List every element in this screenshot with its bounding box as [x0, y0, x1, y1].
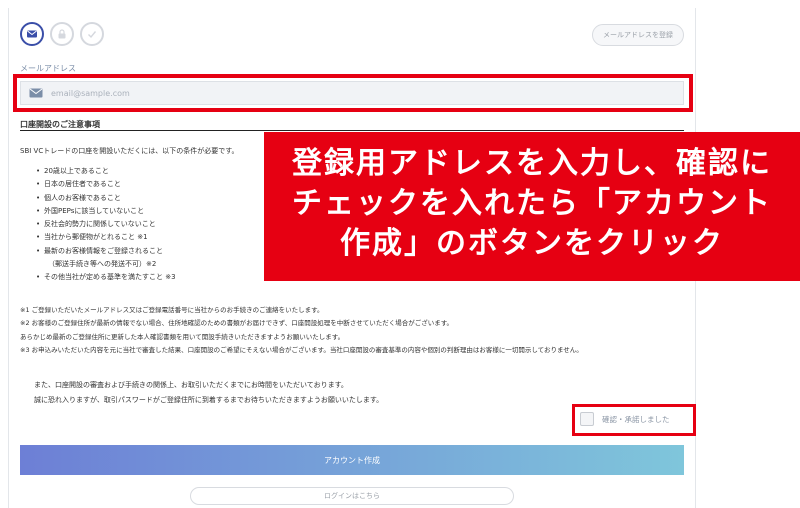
- list-item: （郵送手続き等への発送不可）※2: [48, 260, 157, 269]
- login-button[interactable]: ログインはこちら: [190, 487, 514, 505]
- envelope-icon: [27, 30, 37, 38]
- create-account-button[interactable]: アカウント作成: [20, 445, 684, 475]
- check-icon: [88, 31, 97, 39]
- processing-notice: また、口座開設の審査および手続きの関係上、お取引いただくまでにお時間をいただいて…: [34, 378, 383, 407]
- list-item: 日本の居住者であること: [36, 178, 176, 192]
- notice-line: 誠に恐れ入りますが、取引パスワードがご登録住所に到着するまでお待ちいただきますよ…: [34, 395, 384, 404]
- step-email: [20, 22, 44, 46]
- list-item: その他当社が定める基準を満たすこと ※3: [36, 271, 176, 285]
- conditions-list: 20歳以上であること 日本の居住者であること 個人のお客様であること 外国PEP…: [36, 165, 176, 285]
- list-item: 反社会的勢力に関係していないこと: [36, 218, 176, 232]
- footnote: あらかじめ最新のご登録住所に更新した本人確認書類を用いて開設手続きいただきますよ…: [20, 332, 345, 341]
- step-complete: [80, 22, 104, 46]
- footnote: ※3 お申込みいただいた内容を元に当社で審査した結果、口座開設のご希望にそえない…: [20, 346, 583, 355]
- lock-icon: [58, 29, 66, 39]
- footnotes: ※1 ご登録いただいたメールアドレス又はご登録電話番号に当社からのお手続きのご連…: [20, 304, 583, 358]
- callout-line: 登録用アドレスを入力し、確認に: [292, 146, 772, 181]
- callout-line: チェックを入れたら「アカウント: [292, 186, 772, 221]
- callout-line: 作成」のボタンをクリック: [340, 226, 724, 261]
- list-item: 最新のお客様情報をご登録されること: [36, 245, 176, 259]
- step-password: [50, 22, 74, 46]
- register-email-button[interactable]: メールアドレスを登録: [592, 24, 684, 46]
- notes-intro: SBI VCトレードの口座を開設いただくには、以下の条件が必要です。: [20, 147, 239, 155]
- footnote: ※1 ご登録いただいたメールアドレス又はご登録電話番号に当社からのお手続きのご連…: [20, 306, 324, 314]
- list-item: 当社から郵便物がとれること ※1: [36, 231, 176, 245]
- highlight-frame-confirm: [572, 404, 696, 436]
- notes-title: 口座開設のご注意事項: [20, 120, 100, 129]
- notes-divider: [20, 130, 684, 131]
- step-indicator: [20, 22, 104, 46]
- footnote: ※2 お客様のご登録住所が最新の情報でない場合、住所地確認のための書類がお届けで…: [20, 319, 454, 328]
- list-item: 外国PEPsに該当していないこと: [36, 205, 176, 219]
- highlight-frame-email: [13, 74, 693, 112]
- list-item: 20歳以上であること: [36, 165, 176, 179]
- email-label: メールアドレス: [20, 64, 76, 73]
- notice-line: また、口座開設の審査および手続きの関係上、お取引いただくまでにお時間をいただいて…: [34, 381, 348, 389]
- instruction-callout: 登録用アドレスを入力し、確認に チェックを入れたら「アカウント 作成」のボタンを…: [264, 132, 800, 281]
- list-item: 個人のお客様であること: [36, 192, 176, 206]
